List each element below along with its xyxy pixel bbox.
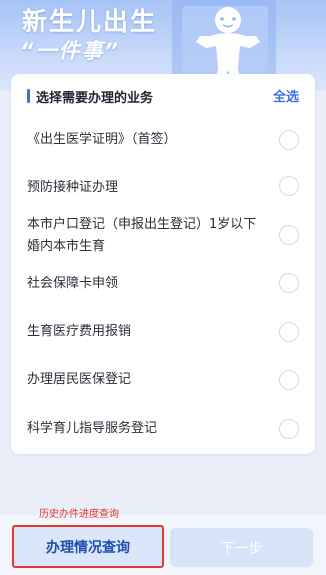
select-all-button[interactable]: 全选 — [273, 86, 299, 105]
banner-subtitle: “一件事” — [20, 39, 121, 63]
item-label: 社会保障卡申领 — [27, 276, 119, 291]
section-title: 选择需要办理的业务 — [36, 91, 154, 106]
list-item[interactable]: 预防接种证办理 — [11, 164, 315, 212]
item-label: 科学育儿指导服务登记 — [27, 421, 158, 436]
radio-button[interactable] — [279, 322, 299, 342]
radio-button[interactable] — [279, 176, 299, 196]
item-label: 《出生医学证明》（首签） — [27, 132, 177, 147]
list-item[interactable]: 办理居民医保登记 — [11, 366, 315, 414]
radio-button[interactable] — [279, 225, 299, 245]
item-label: 生育医疗费用报销 — [27, 324, 132, 339]
radio-button[interactable] — [279, 130, 299, 150]
query-status-button[interactable]: 办理情况查询 — [12, 525, 164, 568]
service-selection-card: 选择需要办理的业务 全选 《出生医学证明》（首签） 预防接种证办理 本市户口登记… — [11, 74, 315, 454]
radio-button[interactable] — [279, 273, 299, 293]
next-step-button[interactable]: 下一步 — [170, 528, 313, 567]
list-item[interactable]: 生育医疗费用报销 — [11, 318, 315, 366]
section-accent-bar — [27, 89, 30, 103]
item-label: 本市户口登记（申报出生登记）1岁以下婚内本市生育 — [27, 217, 257, 254]
list-item[interactable]: 《出生医学证明》（首签） — [11, 116, 315, 164]
radio-button[interactable] — [279, 370, 299, 390]
list-item[interactable]: 社会保障卡申领 — [11, 270, 315, 318]
list-item[interactable]: 本市户口登记（申报出生登记）1岁以下婚内本市生育 — [11, 212, 315, 270]
section-header: 选择需要办理的业务 全选 — [11, 74, 315, 116]
radio-button[interactable] — [279, 419, 299, 439]
history-progress-link[interactable]: 历史办件进度查询 — [39, 505, 119, 520]
item-label: 预防接种证办理 — [27, 180, 119, 195]
item-label: 办理居民医保登记 — [27, 372, 132, 387]
banner-title: 新生儿出生 — [22, 7, 158, 36]
baby-illustration-icon — [172, 0, 276, 84]
list-item[interactable]: 科学育儿指导服务登记 — [11, 414, 315, 454]
